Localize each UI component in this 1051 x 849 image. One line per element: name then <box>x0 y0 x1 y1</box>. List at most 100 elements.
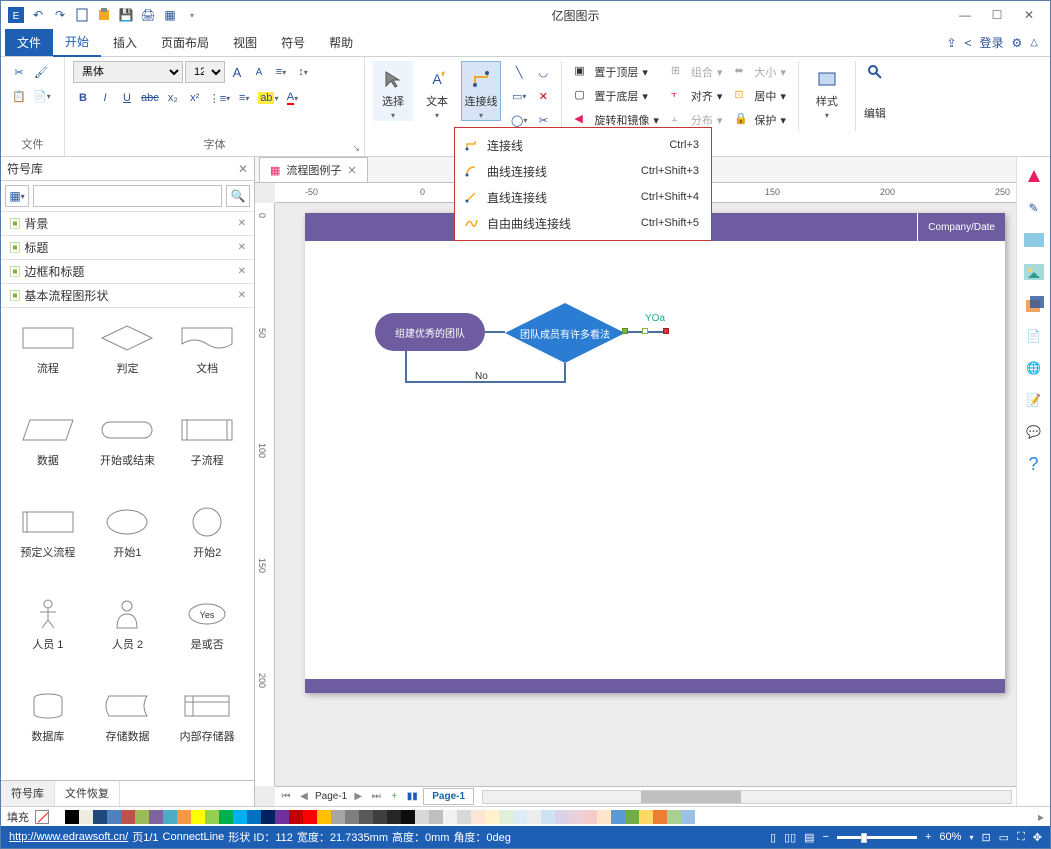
delete-icon[interactable]: ✕ <box>533 85 553 107</box>
view-mode-3-icon[interactable]: ▤ <box>804 831 814 844</box>
rect-tool-icon[interactable]: ▭▾ <box>509 85 529 107</box>
decrease-font-icon[interactable]: A <box>249 61 269 83</box>
protect[interactable]: 🔒保护▾ <box>730 109 790 131</box>
color-swatch[interactable] <box>541 810 555 824</box>
label-yes[interactable]: YOa <box>645 313 665 324</box>
rt-globe-icon[interactable]: 🌐 <box>1021 355 1047 381</box>
undo-icon[interactable]: ↶ <box>29 6 47 24</box>
settings-icon[interactable]: ⚙ <box>1012 36 1023 50</box>
library-picker-icon[interactable]: ▦▾ <box>5 185 29 207</box>
strike-icon[interactable]: abc <box>139 87 161 109</box>
menu-tab-layout[interactable]: 页面布局 <box>149 29 221 56</box>
menu-tab-view[interactable]: 视图 <box>221 29 269 56</box>
color-swatch[interactable] <box>485 810 499 824</box>
new-icon[interactable] <box>73 6 91 24</box>
color-swatch[interactable] <box>373 810 387 824</box>
color-swatch[interactable] <box>317 810 331 824</box>
center[interactable]: ⊡居中▾ <box>730 85 790 107</box>
no-fill-icon[interactable] <box>35 810 49 824</box>
redo-icon[interactable]: ↷ <box>51 6 69 24</box>
zoom-out-icon[interactable]: − <box>823 831 829 843</box>
tab-file-recovery[interactable]: 文件恢复 <box>55 781 120 806</box>
view-mode-1-icon[interactable]: ▯ <box>770 831 776 844</box>
shape-stor[interactable]: 存储数据 <box>89 684 167 772</box>
app-icon[interactable]: E <box>7 6 25 24</box>
rt-pencil-icon[interactable]: ✎ <box>1021 195 1047 221</box>
color-swatch[interactable] <box>457 810 471 824</box>
page[interactable]: ▫▫▫▫▫▫▫ Company/Date 组建优秀的团队 团队成员有许多看法 <box>305 213 1005 693</box>
panel-close-icon[interactable]: ✕ <box>238 162 248 176</box>
page-last-icon[interactable]: ⏭ <box>369 790 383 804</box>
cat-flowchart[interactable]: ▣ 基本流程图形状✕ <box>1 284 254 308</box>
color-swatch[interactable] <box>653 810 667 824</box>
dd-curve-connector[interactable]: 曲线连接线 Ctrl+Shift+3 <box>455 158 711 184</box>
italic-icon[interactable]: I <box>95 87 115 109</box>
connector-handle[interactable] <box>642 328 648 334</box>
rt-doc-icon[interactable]: 📄 <box>1021 323 1047 349</box>
cat-border[interactable]: ▣ 边框和标题✕ <box>1 260 254 284</box>
color-swatch[interactable] <box>247 810 261 824</box>
connector-tool[interactable]: 连接线▾ <box>461 61 501 121</box>
cat-background[interactable]: ▣ 背景✕ <box>1 212 254 236</box>
color-swatch[interactable] <box>555 810 569 824</box>
color-swatch[interactable] <box>233 810 247 824</box>
color-swatch[interactable] <box>611 810 625 824</box>
increase-font-icon[interactable]: A <box>227 61 247 83</box>
label-no[interactable]: No <box>475 371 488 382</box>
highlight-icon[interactable]: ab▾ <box>256 87 280 109</box>
line-spacing-icon[interactable]: ↕▾ <box>293 61 313 83</box>
search-input[interactable] <box>33 185 222 207</box>
menu-tab-help[interactable]: 帮助 <box>317 29 365 56</box>
shape-decision[interactable]: 团队成员有许多看法 <box>505 303 625 363</box>
font-launcher-icon[interactable]: ↘ <box>352 143 360 154</box>
close-button[interactable]: ✕ <box>1014 4 1044 26</box>
color-swatch[interactable] <box>205 810 219 824</box>
color-swatch[interactable] <box>65 810 79 824</box>
font-family-select[interactable]: 黑体 <box>73 61 183 83</box>
color-swatch[interactable] <box>681 810 695 824</box>
color-swatch[interactable] <box>149 810 163 824</box>
underline-icon[interactable]: U <box>117 87 137 109</box>
rt-layers-icon[interactable] <box>1021 291 1047 317</box>
shape-diamond[interactable]: 判定 <box>89 316 167 404</box>
fit-page-icon[interactable]: ⊡ <box>981 831 990 844</box>
shape-intern[interactable]: 内部存储器 <box>168 684 246 772</box>
dd-free-curve-connector[interactable]: 自由曲线连接线 Ctrl+Shift+5 <box>455 210 711 236</box>
connector-no[interactable] <box>564 363 566 383</box>
shape-rect[interactable]: 流程 <box>9 316 87 404</box>
paste-icon[interactable] <box>95 6 113 24</box>
canvas[interactable]: ▫▫▫▫▫▫▫ Company/Date 组建优秀的团队 团队成员有许多看法 <box>275 203 1016 786</box>
cut-icon[interactable]: ✂ <box>9 61 29 83</box>
connector-handle[interactable] <box>622 328 628 334</box>
shape-ellipse[interactable]: 开始1 <box>89 500 167 588</box>
shape-para[interactable]: 数据 <box>9 408 87 496</box>
maximize-button[interactable]: ☐ <box>982 4 1012 26</box>
text-tool[interactable]: A 文本▾ <box>417 61 457 121</box>
rt-comment-icon[interactable]: 💬 <box>1021 419 1047 445</box>
cat-title[interactable]: ▣ 标题✕ <box>1 236 254 260</box>
export-icon[interactable]: ⇪ <box>946 36 956 50</box>
color-swatch[interactable] <box>471 810 485 824</box>
save-icon[interactable]: 💾 <box>117 6 135 24</box>
page-tab[interactable]: Page-1 <box>423 788 474 805</box>
shape-terminator[interactable]: 组建优秀的团队 <box>375 313 485 351</box>
color-swatch[interactable] <box>625 810 639 824</box>
share-icon[interactable]: < <box>965 36 972 50</box>
fit-width-icon[interactable]: ▭ <box>999 831 1009 844</box>
color-swatch[interactable] <box>79 810 93 824</box>
page-menu-icon[interactable]: ▮▮ <box>405 790 419 804</box>
superscript-icon[interactable]: x² <box>185 87 205 109</box>
color-swatch[interactable] <box>303 810 317 824</box>
doc-tab[interactable]: ▦ 流程图例子 ✕ <box>259 157 368 182</box>
print-icon[interactable]: 🖨 <box>139 6 157 24</box>
color-swatch[interactable] <box>191 810 205 824</box>
export-icon[interactable]: ▦ <box>161 6 179 24</box>
zoom-slider[interactable] <box>837 836 917 839</box>
color-swatch[interactable] <box>345 810 359 824</box>
color-swatch[interactable] <box>121 810 135 824</box>
rt-shape-icon[interactable] <box>1021 163 1047 189</box>
color-swatch[interactable] <box>443 810 457 824</box>
line-tool-icon[interactable]: ╲ <box>509 61 529 83</box>
color-swatch[interactable] <box>51 810 65 824</box>
search-button[interactable]: 🔍 <box>226 185 250 207</box>
